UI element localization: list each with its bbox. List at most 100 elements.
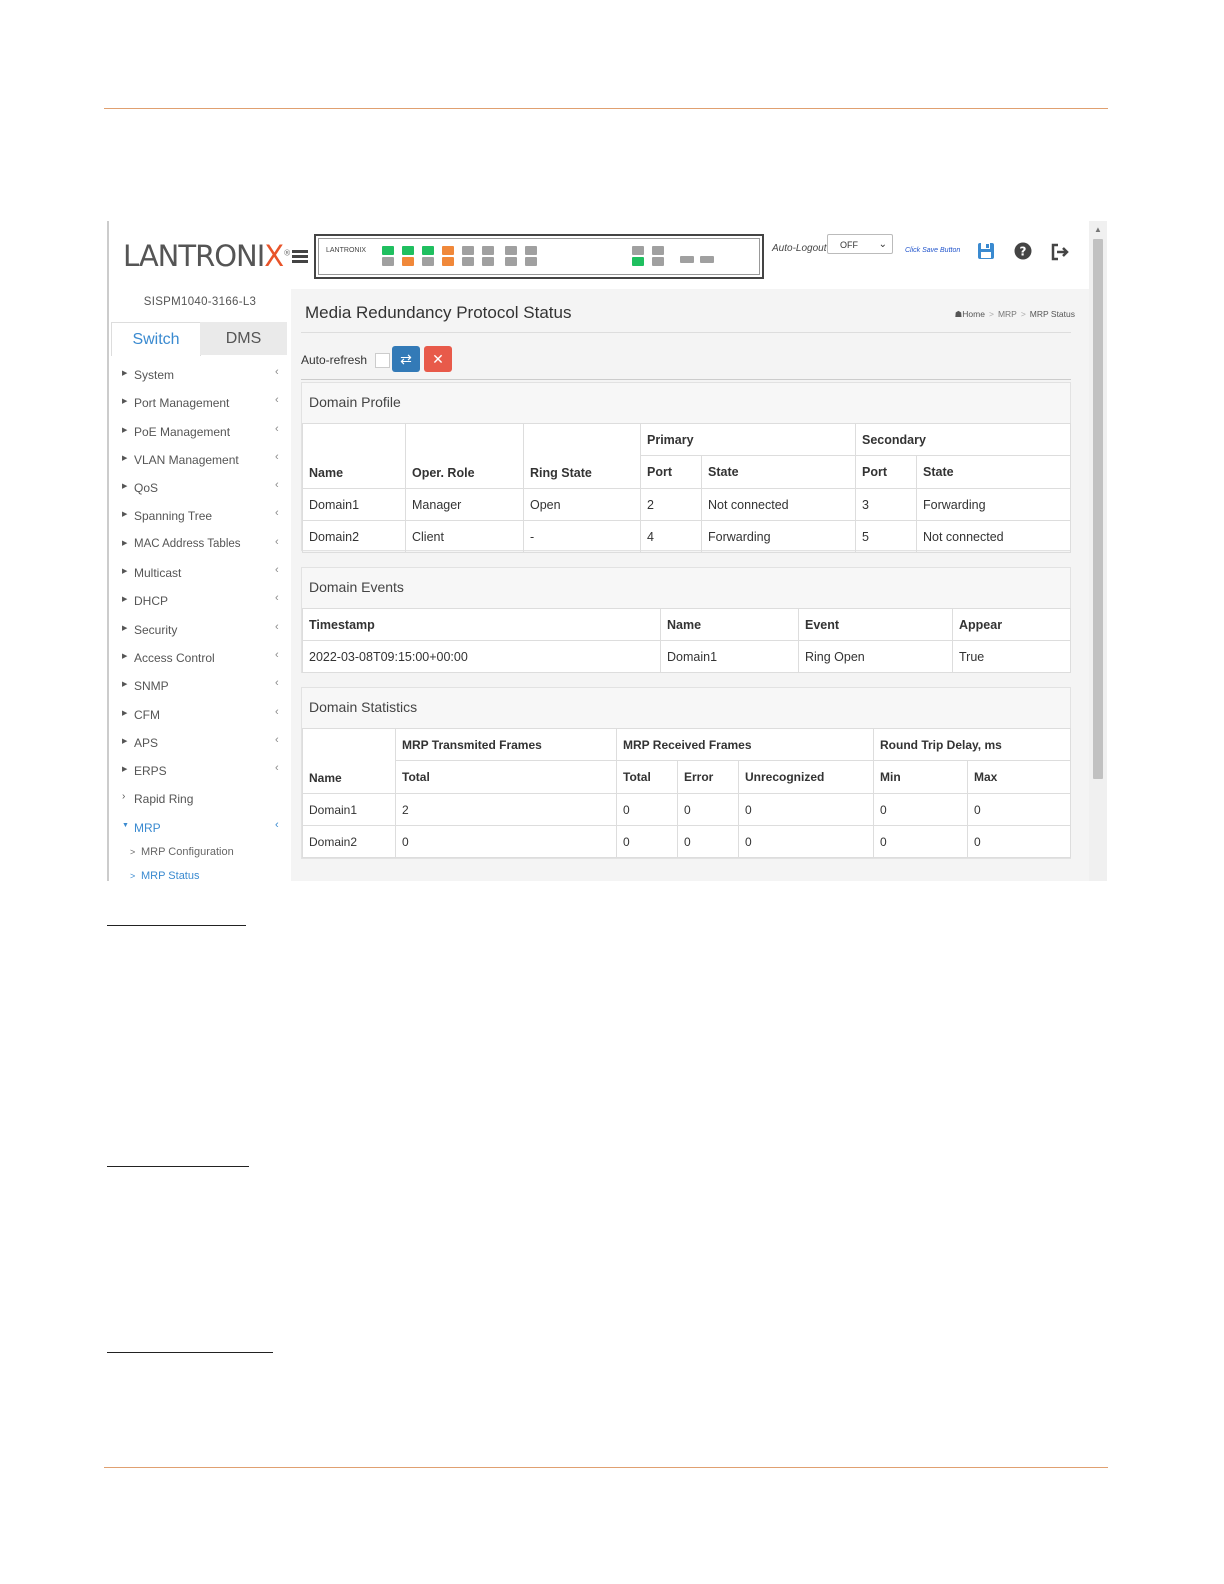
refresh-icon: ⇄ <box>400 351 412 367</box>
cell: 0 <box>738 793 874 826</box>
col-rx-error: Error <box>677 760 739 794</box>
chevron-left-icon: ‹ <box>275 677 279 690</box>
group-round-trip-delay: Round Trip Delay, ms <box>873 728 1071 761</box>
cell: 2 <box>640 488 702 521</box>
chevron-left-icon: ‹ <box>275 535 279 548</box>
port-led[interactable] <box>402 257 414 266</box>
breadcrumb: ☗Home > MRP > MRP Status <box>954 309 1075 319</box>
port-led[interactable] <box>525 257 537 266</box>
scrollbar-thumb[interactable] <box>1093 239 1103 779</box>
auto-logout-select[interactable]: OFF ⌄ <box>827 234 893 254</box>
port-led[interactable] <box>442 257 454 266</box>
scroll-up-icon[interactable]: ▲ <box>1094 225 1102 234</box>
col-secondary-port: Port <box>855 455 917 489</box>
vertical-scrollbar[interactable]: ▲ <box>1089 221 1107 881</box>
sidebar-item-vlan-management[interactable]: ▶ VLAN Management ‹ <box>109 446 291 474</box>
auto-refresh-label: Auto-refresh <box>301 353 368 367</box>
chevron-left-icon: ‹ <box>275 394 279 407</box>
refresh-button[interactable]: ⇄ <box>392 346 420 372</box>
caret-right-icon: ▶ <box>122 370 128 377</box>
chevron-left-icon: ‹ <box>275 479 279 492</box>
sidebar-item-qos[interactable]: ▶ QoS ‹ <box>109 474 291 502</box>
sfp-port[interactable] <box>680 256 694 263</box>
sidebar-tabs: Switch DMS <box>111 322 287 356</box>
save-icon[interactable] <box>977 242 995 260</box>
sfp-port[interactable] <box>700 256 714 263</box>
caret-right-icon: ▶ <box>122 652 128 660</box>
sidebar-item-poe-management[interactable]: ▶ PoE Management ‹ <box>109 418 291 446</box>
cell: Domain1 <box>660 640 799 673</box>
cell: 0 <box>873 825 968 858</box>
chevron-left-icon: ‹ <box>275 762 279 775</box>
chevron-left-icon: ‹ <box>275 620 279 633</box>
sidebar-item-cfm[interactable]: ▶ CFM ‹ <box>109 701 291 729</box>
switch-front-panel: LANTRONIX <box>314 234 764 279</box>
port-led[interactable] <box>382 246 394 255</box>
top-header: LANTRONIX® LANTRONIX Auto-Logout OFF ⌄ Cl… <box>109 221 1089 289</box>
port-led[interactable] <box>632 246 644 255</box>
sidebar-item-erps[interactable]: ▶ ERPS ‹ <box>109 757 291 785</box>
sidebar-item-multicast[interactable]: ▶ Multicast ‹ <box>109 559 291 587</box>
tab-dms[interactable]: DMS <box>200 322 287 355</box>
sidebar-subitem-mrp-configuration[interactable]: > MRP Configuration <box>109 842 291 866</box>
sidebar-item-port-management[interactable]: ▶ Port Management ‹ <box>109 389 291 417</box>
table-row: Domain2 0 0 0 0 0 0 <box>302 825 1071 858</box>
sidebar-item-spanning-tree[interactable]: ▶ Spanning Tree ‹ <box>109 502 291 530</box>
col-name: Name <box>302 423 406 489</box>
caret-right-icon: ▶ <box>122 483 128 491</box>
menu-icon[interactable] <box>292 250 308 263</box>
port-led[interactable] <box>652 246 664 255</box>
breadcrumb-mrp[interactable]: MRP <box>998 309 1017 319</box>
sidebar-subitem-mrp-status[interactable]: > MRP Status <box>109 866 291 881</box>
caret-right-icon: ▶ <box>122 766 128 774</box>
cell: - <box>523 520 641 553</box>
port-led[interactable] <box>422 257 434 266</box>
port-led[interactable] <box>652 257 664 266</box>
sidebar-item-mrp[interactable]: ▼ MRP ‹ <box>109 814 291 842</box>
port-led[interactable] <box>632 257 644 266</box>
col-event: Event <box>798 608 953 641</box>
domain-profile-header: Domain Profile <box>302 383 1070 424</box>
port-led[interactable] <box>525 246 537 255</box>
cell: Not connected <box>915 520 1072 553</box>
port-led[interactable] <box>422 246 434 255</box>
caret-right-icon: ▶ <box>122 454 128 462</box>
caret-right-icon: ▶ <box>122 737 128 745</box>
port-led[interactable] <box>402 246 414 255</box>
sidebar-item-dhcp[interactable]: ▶ DHCP ‹ <box>109 587 291 615</box>
sidebar-item-mac-address-tables[interactable]: ▶ MAC Address Tables ‹ <box>109 531 291 559</box>
clear-button[interactable]: ✕ <box>424 346 452 372</box>
col-primary-port: Port <box>640 455 702 489</box>
sidebar-item-security[interactable]: ▶ Security ‹ <box>109 616 291 644</box>
caret-right-icon: ▶ <box>122 398 128 406</box>
sidebar-item-aps[interactable]: ▶ APS ‹ <box>109 729 291 757</box>
port-led[interactable] <box>482 246 494 255</box>
cell: Client <box>405 520 524 553</box>
tab-switch[interactable]: Switch <box>111 322 201 356</box>
port-led[interactable] <box>382 257 394 266</box>
port-led[interactable] <box>505 257 517 266</box>
cell: Domain1 <box>302 793 396 826</box>
port-led[interactable] <box>505 246 517 255</box>
cell: Forwarding <box>701 520 856 553</box>
domain-statistics-header: Domain Statistics <box>302 688 1070 729</box>
cell: 0 <box>677 825 739 858</box>
port-led[interactable] <box>462 257 474 266</box>
port-led[interactable] <box>482 257 494 266</box>
caret-right-icon: ▶ <box>122 426 128 434</box>
logout-icon[interactable] <box>1050 243 1070 261</box>
help-icon[interactable]: ? <box>1014 242 1032 260</box>
port-led[interactable] <box>462 246 474 255</box>
auto-refresh-checkbox[interactable] <box>375 353 390 368</box>
sidebar-item-access-control[interactable]: ▶ Access Control ‹ <box>109 644 291 672</box>
domain-statistics-table: Name MRP Transmited Frames MRP Received … <box>302 728 1071 858</box>
chevron-right-icon: > <box>130 847 136 858</box>
page-top-rule <box>104 108 1108 109</box>
port-led[interactable] <box>442 246 454 255</box>
sidebar-item-rapid-ring[interactable]: › Rapid Ring <box>109 785 291 813</box>
domain-events-header: Domain Events <box>302 568 1070 609</box>
caret-right-icon: ▶ <box>122 511 128 519</box>
sidebar-item-snmp[interactable]: ▶ SNMP ‹ <box>109 672 291 700</box>
sidebar-item-system[interactable]: ▶ System ‹ <box>109 361 291 389</box>
breadcrumb-home[interactable]: Home <box>962 309 985 319</box>
